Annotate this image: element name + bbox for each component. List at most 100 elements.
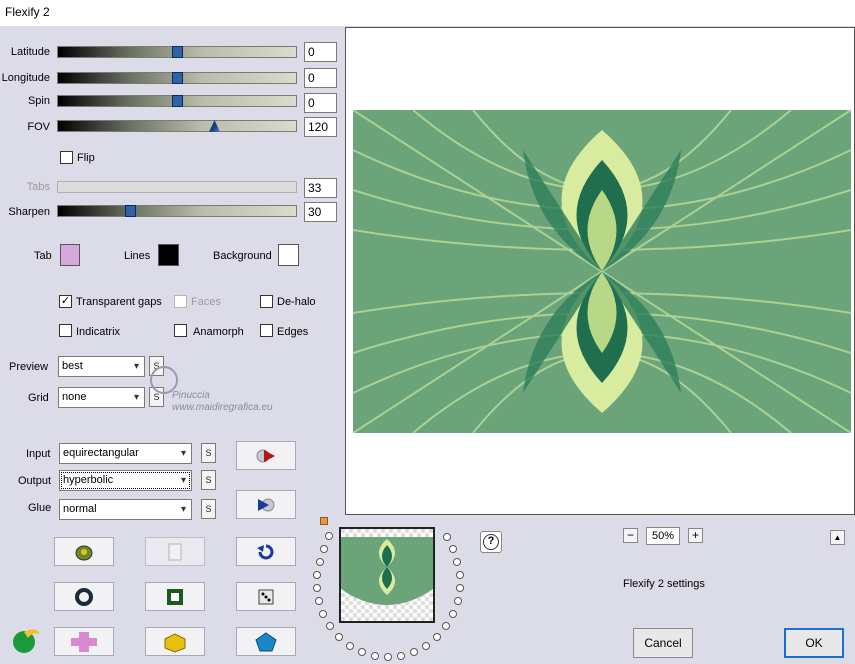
indicatrix-checkbox[interactable]: [59, 324, 72, 337]
zoom-in-button[interactable]: +: [688, 528, 703, 543]
spin-slider[interactable]: [57, 95, 297, 107]
latitude-input[interactable]: 0: [304, 42, 337, 62]
ok-button[interactable]: OK: [784, 628, 844, 658]
edges-label: Edges: [277, 326, 309, 338]
settings-label: Flexify 2 settings: [623, 578, 705, 590]
window-title: Flexify 2: [5, 5, 50, 19]
background-color-swatch[interactable]: [278, 244, 299, 266]
de-halo-checkbox[interactable]: [260, 295, 273, 308]
help-icon: ?: [483, 534, 499, 550]
glue-select-value: normal: [63, 503, 97, 515]
input-projection-select[interactable]: equirectangular ▾: [59, 443, 192, 464]
grid-select[interactable]: none ▾: [58, 387, 145, 408]
tab-color-swatch[interactable]: [60, 244, 80, 266]
ring-dot: [443, 533, 451, 541]
ring-icon: [75, 587, 93, 606]
chevron-down-icon: ▾: [180, 448, 186, 459]
watermark-url: www.maidiregrafica.eu: [172, 402, 273, 413]
fov-slider-thumb[interactable]: [209, 120, 220, 132]
de-halo-label: De-halo: [277, 296, 316, 308]
chevron-down-icon: ▾: [180, 504, 186, 515]
new-document-button[interactable]: [145, 537, 205, 566]
ring-dot: [449, 545, 457, 553]
ring-dot: [315, 597, 323, 605]
sharpen-input[interactable]: 30: [304, 202, 337, 222]
longitude-slider-thumb[interactable]: [172, 72, 183, 84]
play-animation-button[interactable]: [236, 441, 296, 470]
preview-select-value: best: [62, 360, 83, 372]
ring-dot: [325, 532, 333, 540]
zoom-out-button[interactable]: −: [623, 528, 638, 543]
tabs-input[interactable]: 33: [304, 178, 337, 198]
ring-dot: [456, 571, 464, 579]
ring-dot: [454, 597, 462, 605]
cube-shape-button[interactable]: [145, 627, 205, 656]
lines-color-swatch[interactable]: [158, 244, 179, 266]
faces-label: Faces: [191, 296, 221, 308]
help-button[interactable]: ?: [480, 531, 502, 553]
latitude-slider-thumb[interactable]: [172, 46, 183, 58]
randomize-button[interactable]: [54, 537, 114, 566]
navigator-handle-icon[interactable]: [320, 517, 328, 525]
spin-input[interactable]: 0: [304, 93, 337, 113]
chevron-down-icon: ▾: [133, 392, 139, 403]
glue-select[interactable]: normal ▾: [59, 499, 192, 520]
ring-shape-button[interactable]: [54, 582, 114, 611]
longitude-input[interactable]: 0: [304, 68, 337, 88]
output-s-button[interactable]: S: [201, 470, 216, 490]
input-s-button[interactable]: S: [201, 443, 216, 463]
output-projection-select[interactable]: hyperbolic ▾: [59, 470, 192, 491]
anamorph-label: Anamorph: [193, 326, 244, 338]
ring-dot: [371, 652, 379, 660]
ring-dot: [384, 653, 392, 661]
ring-dot: [410, 648, 418, 656]
input-projection-value: equirectangular: [63, 447, 139, 459]
preview-select[interactable]: best ▾: [58, 356, 145, 377]
collapse-button[interactable]: ▲: [830, 530, 845, 545]
cross-shape-button[interactable]: [54, 627, 114, 656]
glue-label: Glue: [28, 502, 52, 514]
longitude-slider[interactable]: [57, 72, 297, 84]
fov-input[interactable]: 120: [304, 117, 337, 137]
tabs-slider: [57, 181, 297, 193]
chevron-down-icon: ▾: [133, 361, 139, 372]
watermark-name: Pinuccia: [172, 390, 210, 401]
anamorph-checkbox[interactable]: [174, 324, 187, 337]
navigator-thumbnail[interactable]: [339, 527, 435, 623]
chevron-down-icon: ▾: [180, 475, 186, 486]
flip-checkbox[interactable]: [60, 151, 73, 164]
square-frame-button[interactable]: [145, 582, 205, 611]
longitude-label: Longitude: [1, 72, 50, 84]
ring-dot: [453, 558, 461, 566]
glue-s-button[interactable]: S: [201, 499, 216, 519]
edges-checkbox[interactable]: [260, 324, 273, 337]
render-play-icon: [258, 498, 275, 511]
sharpen-slider[interactable]: [57, 205, 297, 217]
dice-button[interactable]: [236, 582, 296, 611]
pentagon-icon: [255, 631, 277, 651]
transparent-gaps-checkbox[interactable]: ✓: [59, 295, 72, 308]
spin-slider-thumb[interactable]: [172, 95, 183, 107]
ring-dot: [320, 545, 328, 553]
input-label: Input: [26, 448, 51, 460]
undo-icon: [257, 544, 274, 559]
undo-button[interactable]: [236, 537, 296, 566]
randomize-icon: [75, 545, 93, 560]
fov-slider[interactable]: [57, 120, 297, 132]
grid-label: Grid: [28, 392, 49, 404]
play-icon: [256, 449, 275, 462]
document-icon: [168, 543, 182, 560]
ring-dot: [316, 558, 324, 566]
preview-image: [352, 109, 852, 434]
tabs-label: Tabs: [26, 181, 50, 193]
render-preview-button[interactable]: [236, 490, 296, 519]
cancel-button[interactable]: Cancel: [633, 628, 693, 658]
pentagon-shape-button[interactable]: [236, 627, 296, 656]
sharpen-slider-thumb[interactable]: [125, 205, 136, 217]
ring-dot: [319, 610, 327, 618]
ring-dot: [449, 610, 457, 618]
ring-dot: [422, 642, 430, 650]
latitude-slider[interactable]: [57, 46, 297, 58]
ring-dot: [358, 648, 366, 656]
ring-dot: [313, 571, 321, 579]
